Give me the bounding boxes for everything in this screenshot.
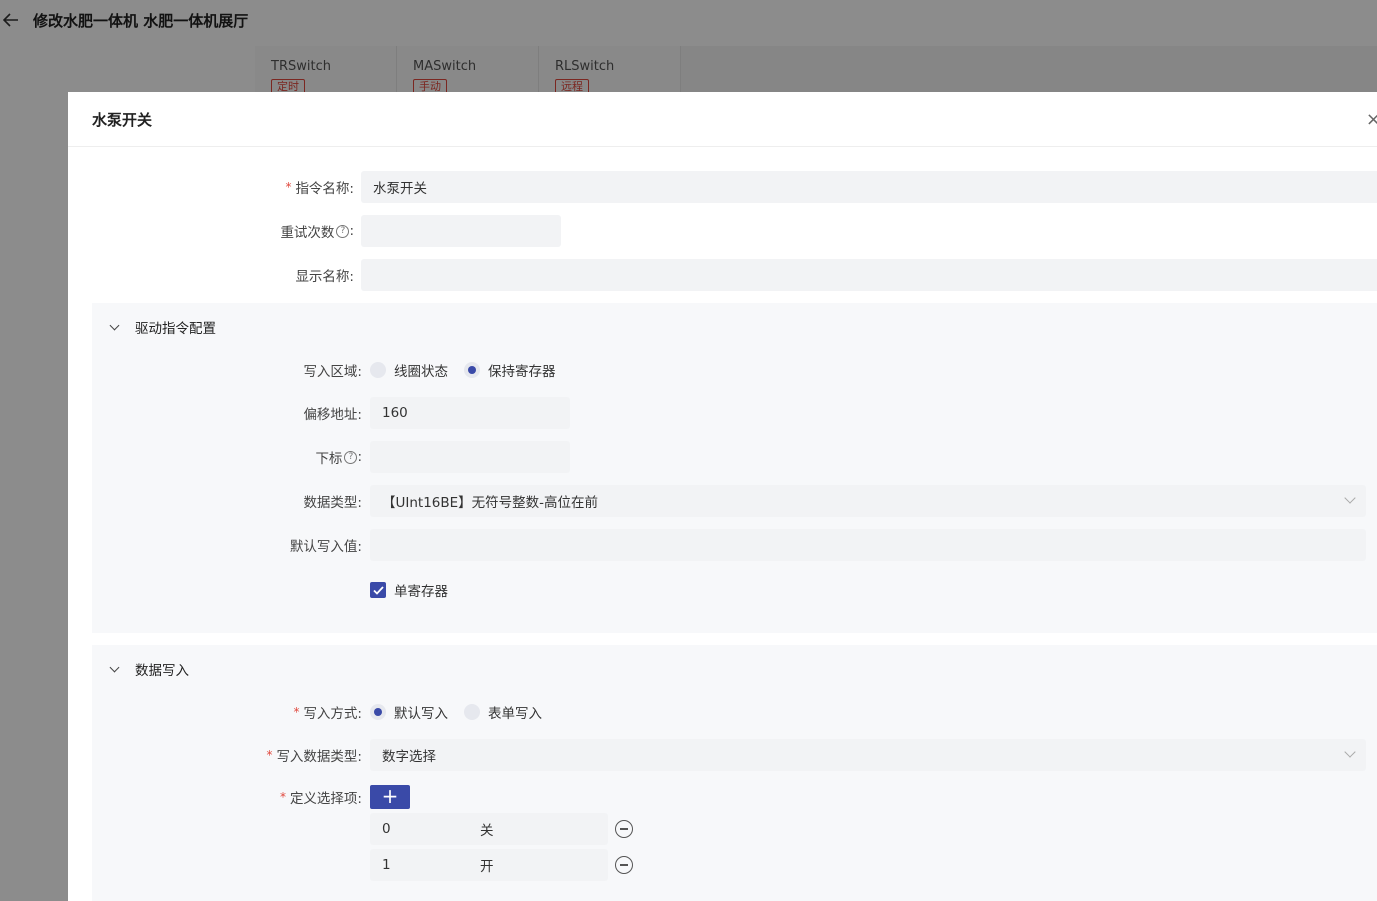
data-type-row: 数据类型: 【UInt16BE】无符号整数-高位在前 <box>92 485 1366 517</box>
label-colon: : <box>349 223 354 239</box>
write-mode-radio-group: 默认写入 表单写入 <box>370 702 558 722</box>
retry-count-row: 重试次数 ? : <box>68 215 561 247</box>
option-label: 默认写入 <box>394 706 448 722</box>
command-name-label: * 指令名称: <box>68 177 354 197</box>
radio-default-write[interactable] <box>370 704 386 720</box>
chevron-down-icon <box>1344 746 1356 758</box>
label-text: 重试次数 <box>280 225 335 241</box>
option-item: 1 开 <box>370 849 633 881</box>
index-input[interactable] <box>370 441 570 473</box>
selected-value: 数字选择 <box>382 749 436 765</box>
label-text: 写入方式: <box>303 706 362 722</box>
write-data-type-select[interactable]: 数字选择 <box>370 739 1366 771</box>
label-text: 写入数据类型: <box>276 749 362 765</box>
option-text: 开 <box>480 859 494 875</box>
chevron-down-icon <box>109 320 120 330</box>
option-value: 1 <box>382 857 391 873</box>
write-data-type-label: * 写入数据类型: <box>92 745 362 765</box>
write-area-radio-group: 线圈状态 保持寄存器 <box>370 360 572 380</box>
radio-form-write[interactable] <box>464 704 480 720</box>
retry-count-input[interactable] <box>361 215 561 247</box>
label-colon: : <box>357 449 362 465</box>
display-name-input[interactable] <box>361 259 1377 291</box>
command-name-row: * 指令名称: 水泵开关 <box>68 171 1377 203</box>
default-value-label: 默认写入值: <box>289 539 362 555</box>
modal-header: 水泵开关 × <box>68 92 1377 147</box>
data-type-label: 数据类型: <box>303 495 362 511</box>
single-register-checkbox[interactable] <box>370 582 386 598</box>
section-header[interactable]: 驱动指令配置 <box>108 317 216 337</box>
label-text: 定义选择项: <box>289 791 362 807</box>
data-type-select[interactable]: 【UInt16BE】无符号整数-高位在前 <box>370 485 1366 517</box>
checkbox-label: 单寄存器 <box>394 584 448 600</box>
offset-input[interactable]: 160 <box>370 397 570 429</box>
modal-title: 水泵开关 <box>92 110 153 129</box>
option-label: 保持寄存器 <box>488 364 556 380</box>
option-label: 线圈状态 <box>394 364 448 380</box>
remove-circle-icon[interactable] <box>615 856 633 874</box>
default-value-input[interactable] <box>370 529 1366 561</box>
required-mark: * <box>285 180 292 194</box>
data-write-section: 数据写入 * 写入方式: 默认写入 表单写入 * 写入数据类型: 数字选择 * … <box>92 645 1377 901</box>
help-icon[interactable]: ? <box>344 450 358 464</box>
driver-config-section: 驱动指令配置 写入区域: 线圈状态 保持寄存器 偏移地址: 160 下标 ? : <box>92 303 1377 633</box>
chevron-down-icon <box>1344 492 1356 504</box>
write-mode-label: * 写入方式: <box>92 702 362 722</box>
check-icon <box>372 585 384 595</box>
index-label: 下标 ? : <box>92 447 362 467</box>
single-register-row: 单寄存器 <box>370 580 464 600</box>
edit-command-modal: 水泵开关 × * 指令名称: 水泵开关 重试次数 ? : 显示名称: 驱动指令配… <box>68 92 1377 901</box>
radio-coil-status[interactable] <box>370 362 386 378</box>
offset-row: 偏移地址: 160 <box>92 397 570 429</box>
write-area-label: 写入区域: <box>303 364 362 380</box>
retry-count-label: 重试次数 ? : <box>68 221 354 241</box>
default-value-row: 默认写入值: <box>92 529 1366 561</box>
display-name-label: 显示名称: <box>295 269 354 285</box>
define-options-label: * 定义选择项: <box>92 787 362 807</box>
index-row: 下标 ? : <box>92 441 570 473</box>
write-data-type-row: * 写入数据类型: 数字选择 <box>92 739 1366 771</box>
write-area-row: 写入区域: 线圈状态 保持寄存器 <box>92 360 572 380</box>
option-item: 0 关 <box>370 813 633 845</box>
selected-value: 【UInt16BE】无符号整数-高位在前 <box>382 495 599 511</box>
option-field[interactable]: 0 关 <box>370 813 608 845</box>
close-icon[interactable]: × <box>1366 109 1377 130</box>
help-icon[interactable]: ? <box>336 224 350 238</box>
option-field[interactable]: 1 开 <box>370 849 608 881</box>
option-text: 关 <box>480 823 494 839</box>
section-title: 驱动指令配置 <box>135 321 216 337</box>
define-options-row: * 定义选择项: + <box>92 785 410 809</box>
remove-circle-icon[interactable] <box>615 820 633 838</box>
required-mark: * <box>279 790 286 804</box>
offset-label: 偏移地址: <box>303 407 362 423</box>
add-option-button[interactable]: + <box>370 785 410 809</box>
section-title: 数据写入 <box>135 663 189 679</box>
required-mark: * <box>293 705 300 719</box>
write-mode-row: * 写入方式: 默认写入 表单写入 <box>92 702 558 722</box>
display-name-row: 显示名称: <box>68 259 1377 291</box>
option-label: 表单写入 <box>488 706 542 722</box>
label-text: 指令名称: <box>295 181 354 197</box>
command-name-input[interactable]: 水泵开关 <box>361 171 1377 203</box>
option-value: 0 <box>382 821 391 837</box>
required-mark: * <box>266 748 273 762</box>
label-text: 下标 <box>315 451 343 467</box>
chevron-down-icon <box>109 662 120 672</box>
radio-holding-register[interactable] <box>464 362 480 378</box>
section-header[interactable]: 数据写入 <box>108 659 189 679</box>
